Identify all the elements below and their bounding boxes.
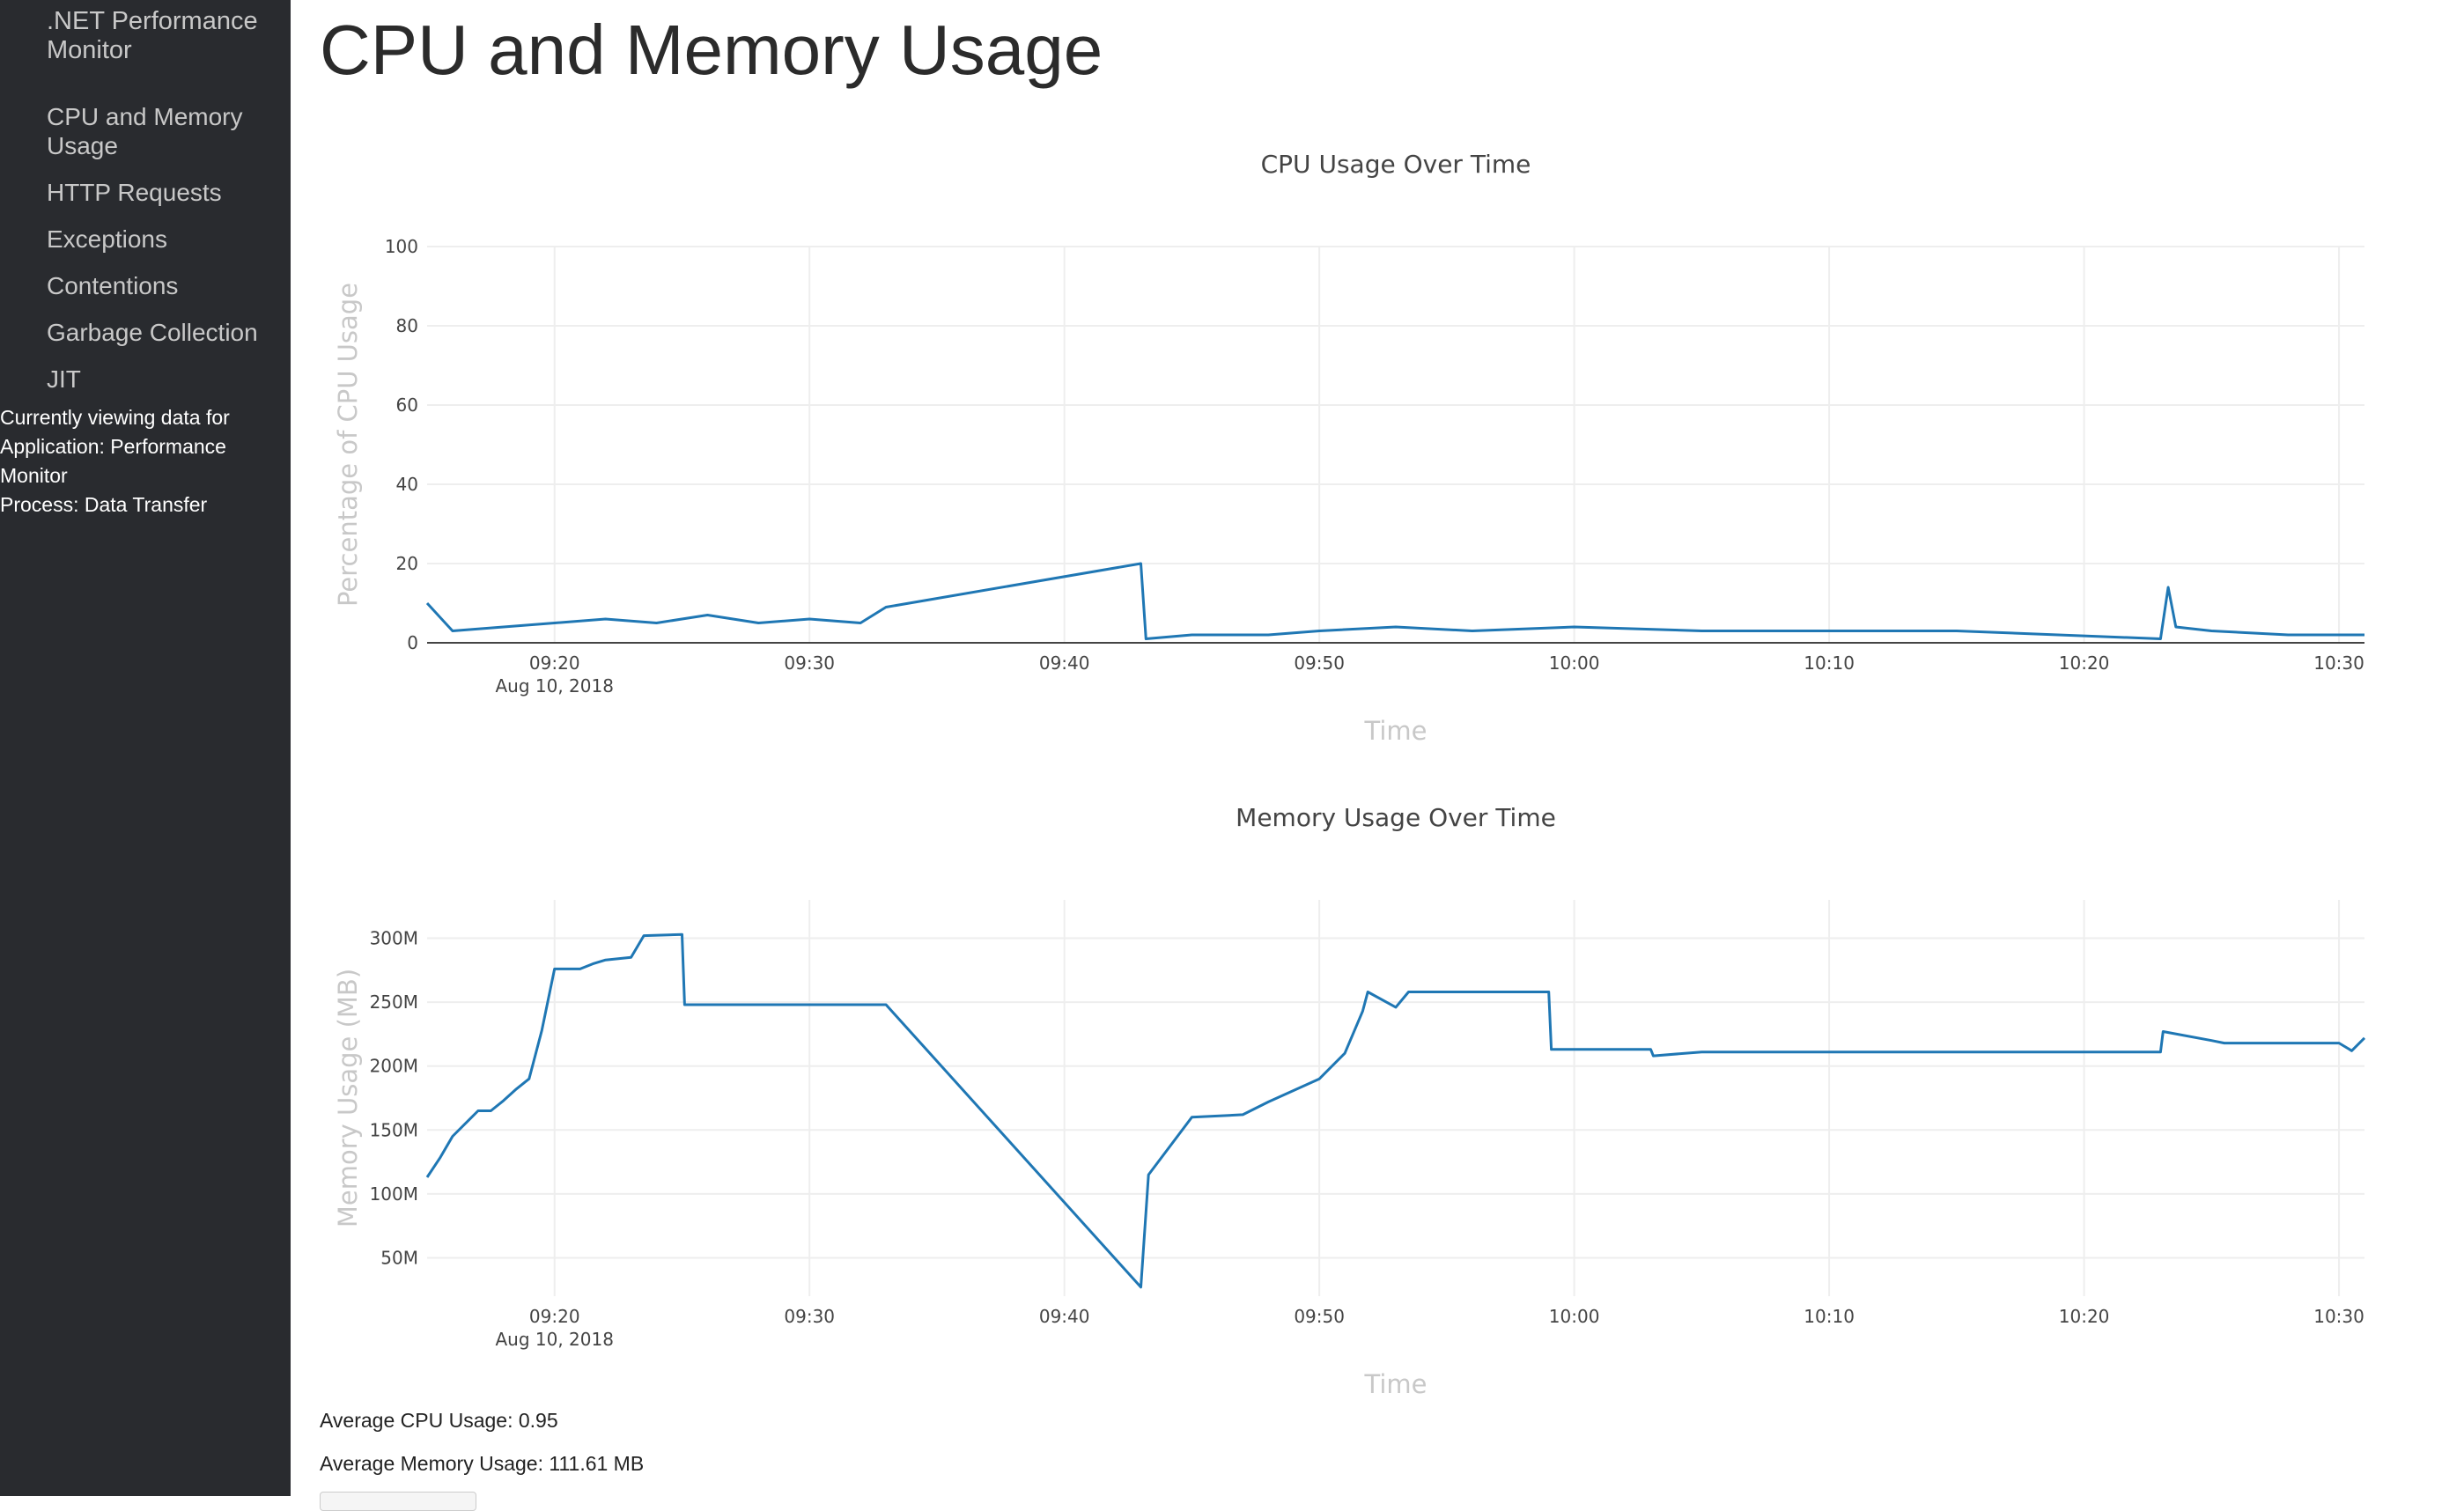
cpu-x-tick-label: 09:40 [1039, 652, 1090, 674]
nav-item-garbage-collection[interactable]: Garbage Collection [47, 318, 284, 347]
cpu-y-tick-label: 40 [396, 474, 418, 495]
cpu-y-tick-label: 100 [385, 236, 418, 257]
memory-y-tick-label: 200M [370, 1056, 418, 1077]
cpu-usage-chart: CPU Usage Over Time 09:20Aug 10, 2018 09:3… [333, 150, 2364, 746]
viewing-process: Process: Data Transfer [0, 493, 208, 516]
nav-item-cpu-memory[interactable]: CPU and Memory Usage [47, 102, 284, 160]
cpu-series-line [425, 562, 2364, 640]
cpu-x-tick-label: 10:20 [2059, 652, 2110, 674]
memory-y-tick-label: 50M [380, 1247, 418, 1268]
memory-y-tick-label: 300M [370, 928, 418, 949]
memory-x-tick-label: 09:30 [784, 1306, 835, 1327]
memory-x-tick-label: 09:20 [529, 1306, 580, 1327]
cpu-x-tick-label: 10:10 [1804, 652, 1855, 674]
memory-y-tick-label: 100M [370, 1183, 418, 1205]
memory-x-tick-label: 10:20 [2059, 1306, 2110, 1327]
nav-item-exceptions[interactable]: Exceptions [47, 225, 284, 254]
cpu-y-tick-label: 20 [396, 553, 418, 574]
cpu-y-tick-label: 0 [407, 632, 418, 653]
page-title: CPU and Memory Usage [320, 11, 1103, 89]
cpu-x-tick-label: 10:30 [2313, 652, 2364, 674]
memory-usage-chart: Memory Usage Over Time 09:20Aug 10, 2018 0… [333, 803, 2366, 1399]
nav-list: CPU and Memory Usage HTTP Requests Excep… [47, 102, 284, 411]
memory-x-tick-label: 10:00 [1549, 1306, 1600, 1327]
average-memory-usage: Average Memory Usage: 111.61 MB [320, 1452, 645, 1475]
memory-x-axis-title: Time [1364, 1369, 1427, 1399]
cpu-y-axis-title: Percentage of CPU Usage [333, 283, 363, 607]
viewing-intro: Currently viewing data for [0, 406, 230, 429]
cpu-y-tick-label: 60 [396, 394, 418, 416]
viewing-info: Currently viewing data for Application: … [0, 403, 264, 520]
memory-x-tick-label: 10:10 [1804, 1306, 1855, 1327]
cpu-x-tick-label: 09:30 [784, 652, 835, 674]
average-cpu-usage: Average CPU Usage: 0.95 [320, 1409, 558, 1432]
cpu-x-tick-label: 09:50 [1294, 652, 1345, 674]
memory-y-tick-label: 250M [370, 991, 418, 1013]
memory-x-tick-label: 10:30 [2313, 1306, 2364, 1327]
cpu-chart-title: CPU Usage Over Time [1261, 150, 1531, 179]
memory-x-tick-label: 09:50 [1294, 1306, 1345, 1327]
memory-chart-title: Memory Usage Over Time [1236, 803, 1556, 832]
memory-y-tick-label: 150M [370, 1119, 418, 1140]
memory-series-line [425, 932, 2366, 1289]
cpu-x-axis-title: Time [1364, 716, 1427, 746]
cpu-x-tick-label: 10:00 [1549, 652, 1600, 674]
memory-y-axis-title: Memory Usage (MB) [333, 969, 363, 1227]
app-title[interactable]: .NET Performance Monitor [47, 7, 276, 65]
nav-item-http-requests[interactable]: HTTP Requests [47, 178, 284, 207]
memory-date-label: Aug 10, 2018 [495, 1329, 613, 1350]
nav-item-jit[interactable]: JIT [47, 365, 284, 394]
cpu-x-tick-label: 09:20 [529, 652, 580, 674]
more-button[interactable] [320, 1492, 476, 1511]
cpu-date-label: Aug 10, 2018 [495, 675, 613, 697]
nav-item-contentions[interactable]: Contentions [47, 271, 284, 300]
viewing-application: Application: Performance Monitor [0, 435, 226, 487]
memory-x-tick-label: 09:40 [1039, 1306, 1090, 1327]
cpu-y-tick-label: 80 [396, 315, 418, 336]
sidebar: .NET Performance Monitor CPU and Memory … [0, 0, 291, 1496]
